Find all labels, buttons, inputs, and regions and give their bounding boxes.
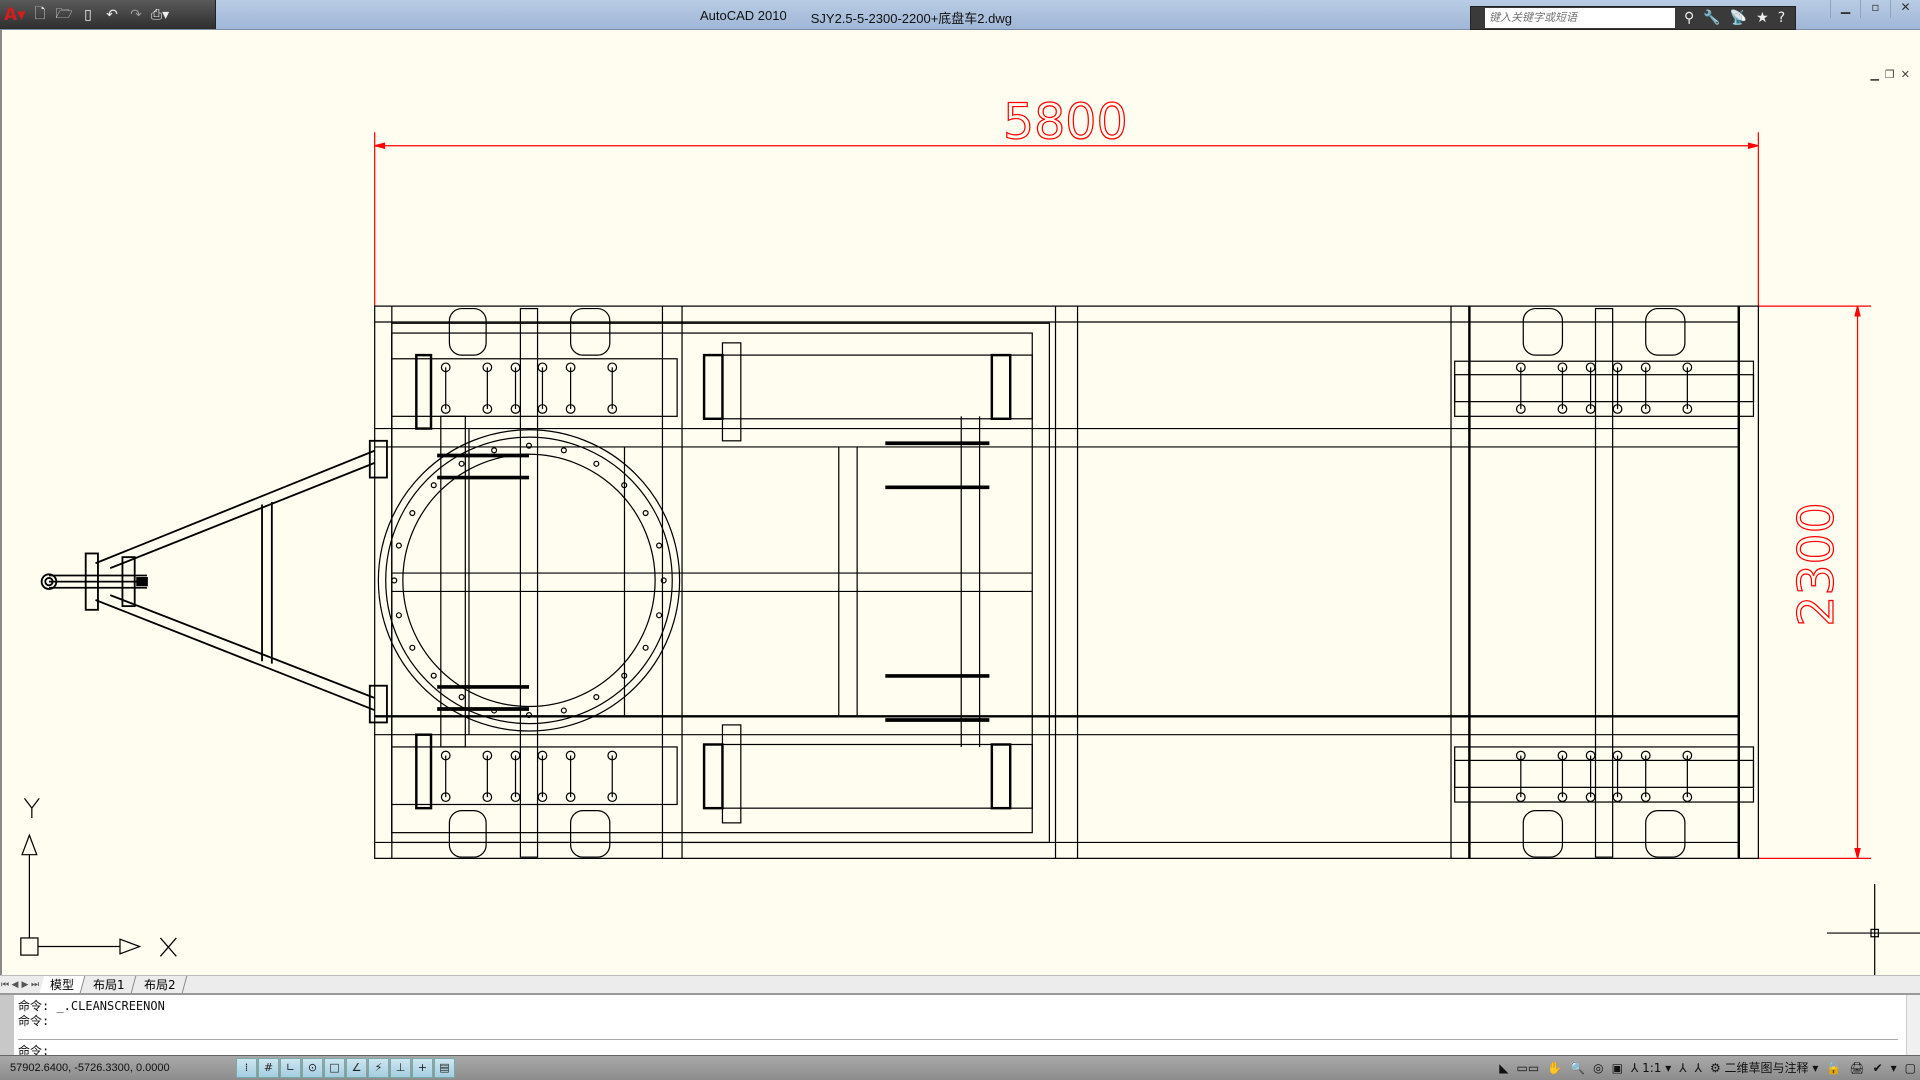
osnap-toggle[interactable]: □ (324, 1058, 345, 1078)
dyn-toggle[interactable]: + (412, 1058, 433, 1078)
open-icon[interactable]: 🗁 (54, 3, 74, 27)
app-title: AutoCAD 2010 (700, 8, 787, 23)
tab-model[interactable]: 模型 (39, 976, 86, 993)
status-bar: 57902.6400, -5726.3300, 0.0000 ⁞ # ∟ ⊙ □… (0, 1055, 1920, 1080)
command-history: 命令: _.CLEANSCREENON 命令: (18, 999, 165, 1028)
subscription-icon[interactable]: 🔧 (1703, 10, 1720, 26)
title-bar: A▾ 🗋 🗁 ▯ ↶ ↷ ⎙▾ AutoCAD 2010 SJY2.5-5-230… (0, 0, 1920, 30)
favorites-icon[interactable]: ★ (1756, 10, 1769, 26)
3d-osnap-toggle[interactable]: ∠ (346, 1058, 367, 1078)
annotation-scale[interactable]: ⅄ 1:1 ▾ (1627, 1058, 1675, 1078)
tab-layout2[interactable]: 布局2 (133, 976, 187, 993)
file-title: SJY2.5-5-2300-2200+底盘车2.dwg (810, 11, 1012, 26)
redo-icon[interactable]: ↷ (126, 7, 146, 23)
first-tab-button[interactable]: ⏮ (0, 980, 10, 990)
grid-toggle[interactable]: # (258, 1058, 279, 1078)
close-button[interactable]: ✕ (1890, 0, 1920, 18)
tab-layout1[interactable]: 布局1 (82, 976, 136, 993)
snap-toggle[interactable]: ⁞ (236, 1058, 257, 1078)
pan-icon[interactable]: ✋ (1543, 1058, 1566, 1078)
hardware-acceleration-icon[interactable]: 🖨 (1845, 1058, 1868, 1078)
doc-minimize-button[interactable]: ▁ (1870, 68, 1878, 81)
new-icon[interactable]: 🗋 (30, 3, 50, 27)
showmotion-icon[interactable]: ▣ (1608, 1058, 1627, 1078)
search-input[interactable] (1485, 8, 1675, 28)
drawing-canvas[interactable]: ▁ ❐ ✕ (0, 30, 1920, 975)
minimize-button[interactable]: ▁ (1830, 0, 1860, 18)
command-window: 命令: _.CLEANSCREENON 命令: 命令: (0, 993, 1920, 1058)
binoculars-icon[interactable]: ⚲ (1684, 10, 1694, 26)
ducs-toggle[interactable]: ⊥ (390, 1058, 411, 1078)
steeringwheel-icon[interactable]: ◎ (1589, 1058, 1607, 1078)
layout-tabs: ⏮ ◀ ▶ ⏭ 模型 布局1 布局2 (0, 975, 1920, 993)
application-menu-button[interactable]: A▾ (4, 5, 26, 25)
coordinate-readout[interactable]: 57902.6400, -5726.3300, 0.0000 (0, 1062, 236, 1074)
model-space-icon[interactable]: ◣ (1495, 1058, 1512, 1078)
last-tab-button[interactable]: ⏭ (30, 980, 40, 990)
layout-view-icon[interactable]: ▭▭ (1513, 1058, 1544, 1078)
lineweight-toggle[interactable]: ▤ (434, 1058, 455, 1078)
maximize-button[interactable]: ▫ (1860, 0, 1890, 18)
status-menu-icon[interactable]: ▾ (1887, 1058, 1901, 1078)
plot-icon[interactable]: ⎙▾ (150, 7, 170, 23)
infocenter: ⚲ 🔧 📡 ★ ? (1470, 6, 1796, 30)
save-icon[interactable]: ▯ (78, 7, 98, 23)
annotation-visibility-icon[interactable]: ⅄ (1675, 1058, 1690, 1078)
otrack-toggle[interactable]: ⚡ (368, 1058, 389, 1078)
workspace-switch[interactable]: ⚙ 二维草图与注释 ▾ (1706, 1058, 1822, 1078)
status-tray-icon[interactable]: ✔ (1869, 1058, 1887, 1078)
command-window-grip[interactable] (0, 995, 14, 1057)
ortho-toggle[interactable]: ∟ (280, 1058, 301, 1078)
clean-screen-icon[interactable]: ▢ (1901, 1058, 1920, 1078)
help-icon[interactable]: ? (1778, 10, 1785, 26)
polar-toggle[interactable]: ⊙ (302, 1058, 323, 1078)
command-scrollbar[interactable] (1906, 995, 1920, 1057)
zoom-icon[interactable]: 🔍 (1566, 1058, 1589, 1078)
doc-restore-button[interactable]: ❐ (1885, 68, 1895, 81)
communication-center-icon[interactable]: 📡 (1730, 10, 1747, 26)
lock-icon[interactable]: 🔓 (1822, 1058, 1845, 1078)
auto-scale-icon[interactable]: ⅄ (1691, 1058, 1706, 1078)
doc-close-button[interactable]: ✕ (1901, 68, 1910, 81)
undo-icon[interactable]: ↶ (102, 7, 122, 23)
next-tab-button[interactable]: ▶ (20, 980, 30, 990)
quick-access-toolbar: A▾ 🗋 🗁 ▯ ↶ ↷ ⎙▾ (0, 0, 216, 29)
prev-tab-button[interactable]: ◀ (10, 980, 20, 990)
